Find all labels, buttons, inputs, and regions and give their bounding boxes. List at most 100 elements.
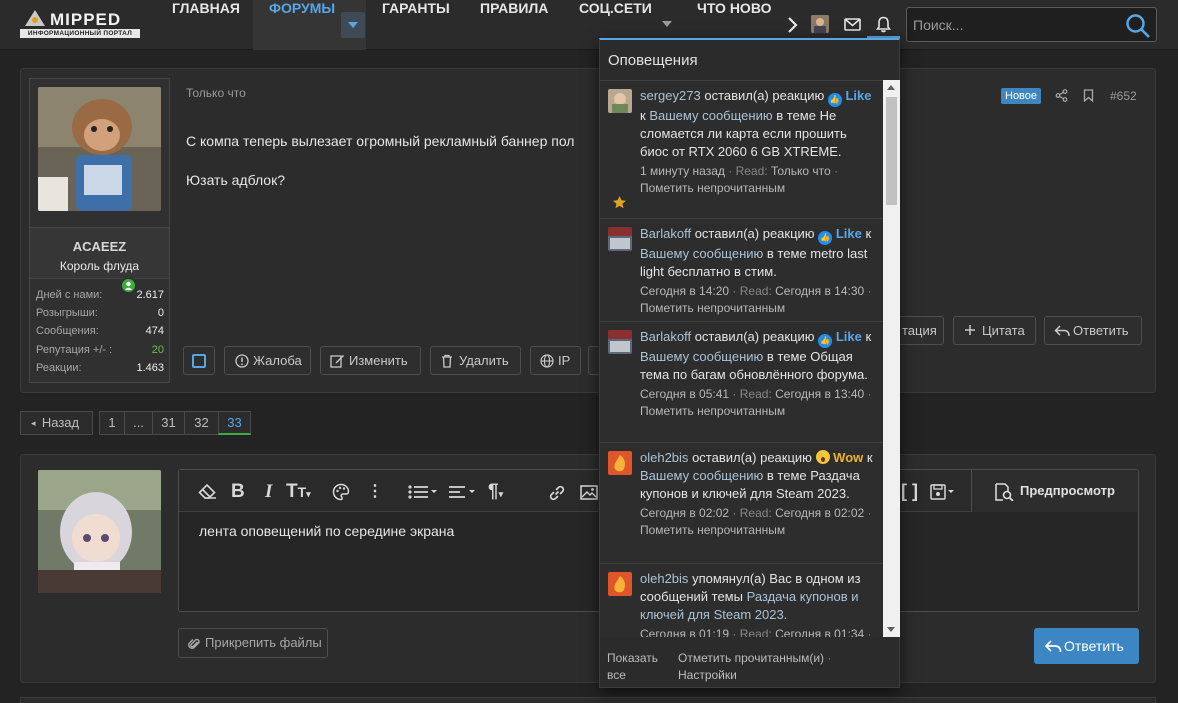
reply-post-button[interactable]: Ответить: [1044, 316, 1142, 345]
report-button[interactable]: Жалоба: [224, 346, 311, 375]
account-avatar[interactable]: [811, 15, 829, 33]
next-panel-edge: [20, 697, 1156, 703]
warning-icon: [235, 354, 249, 368]
page-31[interactable]: 31: [152, 411, 185, 435]
chevron-down-icon: [348, 22, 358, 28]
palette-icon[interactable]: [332, 483, 350, 501]
ip-button[interactable]: IP: [530, 346, 581, 375]
edit-button[interactable]: Изменить: [320, 346, 421, 375]
delete-button[interactable]: Удалить: [430, 346, 521, 375]
search-icon[interactable]: [1125, 13, 1151, 39]
post-text-line-1: С компа теперь вылезает огромный рекламн…: [186, 133, 575, 149]
reply-icon: [1044, 640, 1062, 653]
my-avatar: [38, 470, 161, 593]
notifications-scrollbar[interactable]: [883, 80, 900, 637]
notifications-list[interactable]: sergey273 оставил(а) реакцию 👍 Like к Ва…: [600, 80, 883, 637]
search-input[interactable]: [913, 14, 1113, 36]
logo-emblem-icon: [25, 10, 45, 26]
notifications-dropdown: Оповещения sergey273 оставил(а) реакцию …: [599, 38, 900, 688]
notification-avatar[interactable]: [608, 330, 632, 354]
bold-icon[interactable]: B: [231, 482, 245, 501]
like-reaction-icon: 👍: [818, 334, 833, 348]
mark-unread-link[interactable]: Пометить непрочитанным: [640, 523, 785, 537]
mark-unread-link[interactable]: Пометить непрочитанным: [640, 301, 785, 315]
nav-rules[interactable]: ПРАВИЛА: [480, 0, 548, 50]
notification-avatar[interactable]: [608, 451, 632, 475]
notification-text: sergey273 оставил(а) реакцию 👍 Like к Ва…: [640, 88, 872, 195]
submit-reply-button[interactable]: Ответить: [1034, 628, 1139, 664]
notification-avatar[interactable]: [608, 572, 632, 596]
eraser-icon[interactable]: [198, 483, 217, 500]
envelope-icon[interactable]: [844, 18, 861, 31]
settings-link[interactable]: Настройки: [678, 667, 737, 684]
stat-days: Дней с нами: 2.617: [36, 289, 164, 301]
chevron-right-icon[interactable]: [787, 16, 799, 34]
page-33-current[interactable]: 33: [218, 411, 251, 435]
page-32[interactable]: 32: [184, 411, 219, 435]
list-icon[interactable]: [408, 485, 438, 499]
search-box[interactable]: [906, 7, 1157, 42]
notification-text: Barlakoff оставил(а) реакцию 👍 Like к Ва…: [640, 329, 872, 418]
logo-text: MIPPED: [50, 10, 122, 29]
mark-read-link[interactable]: Отметить прочитанным(и) ·: [678, 650, 831, 667]
stat-reputation: Репутация +/- :20: [36, 344, 164, 356]
link-icon[interactable]: [548, 484, 566, 502]
align-icon[interactable]: [448, 485, 478, 499]
reply-icon: [1054, 325, 1070, 337]
notification-avatar[interactable]: [608, 227, 632, 251]
edit-icon: [330, 355, 344, 368]
user-info-card: ACAEEZ Король флуда Дней с нами: 2.617 Ро…: [29, 78, 170, 383]
preview-icon: [995, 483, 1014, 501]
select-checkbox[interactable]: [183, 346, 215, 375]
code-icon[interactable]: [ ]: [901, 482, 918, 501]
show-all-link[interactable]: Показать все: [607, 650, 667, 684]
page-ellipsis[interactable]: ...: [124, 411, 153, 435]
notification-item[interactable]: Barlakoff оставил(а) реакцию 👍 Like к Ва…: [600, 219, 883, 322]
site-logo[interactable]: MIPPED ИНФОРМАЦИОННЫЙ ПОРТАЛ: [18, 9, 140, 38]
paragraph-icon[interactable]: ¶▾: [488, 482, 503, 504]
attach-files-button[interactable]: Прикрепить файлы: [178, 628, 328, 658]
nav-forums[interactable]: ФОРУМЫ: [269, 0, 335, 50]
page-1[interactable]: 1: [99, 411, 125, 435]
quote-button[interactable]: Цитата: [953, 316, 1036, 345]
scrollbar-thumb[interactable]: [886, 97, 897, 205]
image-icon[interactable]: [580, 485, 598, 500]
text-size-icon[interactable]: TT▾: [286, 482, 311, 504]
more-options-icon[interactable]: ⋮: [367, 482, 383, 501]
post-number[interactable]: #652: [1110, 89, 1137, 103]
multiquote-button[interactable]: тация: [898, 316, 944, 345]
notification-text: oleh2bis упомянул(а) Вас в одном из сооб…: [640, 571, 872, 637]
bookmark-icon[interactable]: [1083, 89, 1094, 102]
user-avatar[interactable]: [38, 87, 161, 211]
editor-content[interactable]: лента оповещений по середине экрана: [199, 523, 454, 539]
italic-icon[interactable]: I: [265, 482, 272, 501]
notification-item[interactable]: sergey273 оставил(а) реакцию 👍 Like к Ва…: [600, 81, 883, 219]
mark-unread-link[interactable]: Пометить непрочитанным: [640, 181, 785, 195]
share-icon[interactable]: [1055, 89, 1068, 102]
star-icon[interactable]: [612, 195, 627, 210]
notification-avatar[interactable]: [608, 89, 632, 113]
preview-button[interactable]: Предпросмотр: [971, 470, 1138, 512]
notification-text: oleh2bis оставил(а) реакцию Wow к Вашему…: [640, 450, 873, 537]
notification-text: Barlakoff оставил(а) реакцию 👍 Like к Ва…: [640, 226, 872, 315]
bell-icon[interactable]: [876, 16, 891, 33]
wow-reaction-icon: [815, 450, 830, 464]
plus-icon: [965, 325, 975, 335]
page-back-button[interactable]: ◂ Назад: [20, 411, 93, 435]
scroll-up-arrow[interactable]: [887, 85, 895, 90]
nav-home[interactable]: ГЛАВНАЯ: [172, 0, 240, 50]
stat-messages: Сообщения: 474: [36, 325, 164, 337]
mark-unread-link[interactable]: Пометить непрочитанным: [640, 404, 785, 418]
notification-item[interactable]: oleh2bis упомянул(а) Вас в одном из сооб…: [600, 564, 883, 637]
nav-guarantors[interactable]: ГАРАНТЫ: [382, 0, 450, 50]
top-navigation: MIPPED ИНФОРМАЦИОННЫЙ ПОРТАЛ ГЛАВНАЯ ФОР…: [0, 0, 1178, 50]
post-timestamp[interactable]: Только что: [186, 86, 246, 100]
notification-item[interactable]: oleh2bis оставил(а) реакцию Wow к Вашему…: [600, 443, 883, 564]
username[interactable]: ACAEEZ: [30, 239, 169, 254]
nav-forums-dropdown[interactable]: [341, 12, 365, 38]
paperclip-icon: [188, 638, 200, 649]
chevron-down-icon[interactable]: [662, 21, 672, 27]
save-draft-icon[interactable]: [930, 484, 956, 500]
notification-item[interactable]: Barlakoff оставил(а) реакцию 👍 Like к Ва…: [600, 322, 883, 443]
scroll-down-arrow[interactable]: [887, 627, 895, 632]
